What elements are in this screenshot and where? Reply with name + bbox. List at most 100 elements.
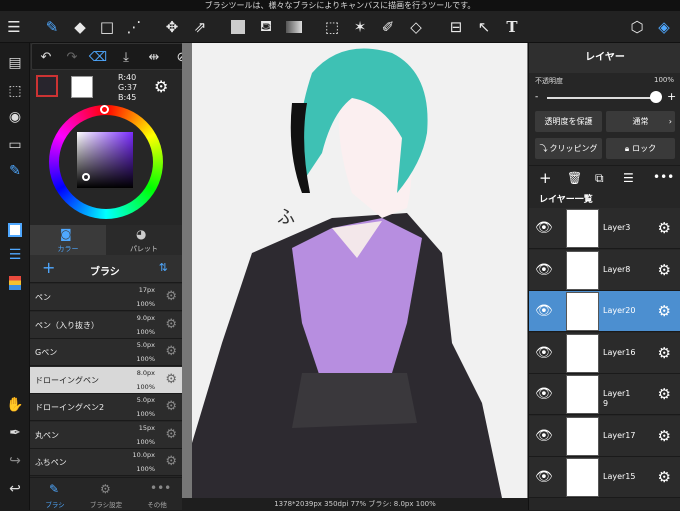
eye-icon[interactable]: 👁︎	[535, 469, 553, 485]
tab-brush-settings[interactable]: ⚙ ブラシ設定	[80, 478, 132, 511]
gear-icon[interactable]: ⚙	[658, 344, 671, 362]
main-color-swatch[interactable]	[36, 75, 58, 97]
gear-icon[interactable]: ⚙	[165, 317, 177, 332]
layer-item[interactable]: 👁︎ Layer1 9 ⚙	[529, 374, 680, 415]
eye-icon[interactable]: 👁︎	[535, 428, 553, 444]
frame-icon[interactable]: ⊟	[444, 15, 468, 39]
brush-opacity: 100%	[136, 300, 155, 308]
undo-icon[interactable]: ↶	[36, 47, 56, 67]
delete-layer-icon[interactable]: 🗑︎	[567, 171, 582, 185]
more-icon[interactable]: •••	[653, 170, 674, 184]
brush-item[interactable]: 丸ペン 15px 100% ⚙	[30, 421, 182, 449]
gradient-icon[interactable]	[282, 15, 306, 39]
gear-icon[interactable]: ⚙	[658, 427, 671, 445]
layer-icon[interactable]: ◈	[652, 15, 676, 39]
gear-icon[interactable]: ⚙	[165, 289, 177, 304]
hand-icon[interactable]: ✋	[3, 393, 27, 417]
selection-icon[interactable]: ⬚	[3, 79, 27, 103]
gear-icon[interactable]: ⚙	[165, 344, 177, 359]
layer-item[interactable]: 👁︎ Layer3 ⚙	[529, 208, 680, 249]
brush-item[interactable]: ドローイングペン 8.0px 100% ⚙	[30, 366, 182, 394]
brush-item[interactable]: ドローイングペン2 5.0px 100% ⚙	[30, 394, 182, 421]
brush-tool-icon[interactable]: ✎	[40, 15, 64, 39]
undo-icon[interactable]: ↩	[3, 477, 27, 501]
gear-icon[interactable]: ⚙	[165, 372, 177, 387]
brush-item[interactable]: Gペン 5.0px 100% ⚙	[30, 339, 182, 366]
select-eraser-icon[interactable]: ◇	[404, 15, 428, 39]
gear-icon[interactable]: ⚙	[658, 219, 671, 237]
gear-icon[interactable]: ⚙	[658, 468, 671, 486]
artwork[interactable]: ふ	[192, 43, 527, 498]
minus-icon[interactable]: -	[535, 92, 538, 102]
sub-color-swatch[interactable]	[71, 76, 93, 98]
hue-cursor[interactable]	[100, 105, 109, 114]
blend-mode-button[interactable]: 通常 ›	[606, 111, 675, 132]
tab-color[interactable]: ◙ カラー	[30, 225, 106, 255]
brush-item[interactable]: ペン（入り抜き） 9.0px 100% ⚙	[30, 311, 182, 339]
clear-icon[interactable]: ⌫	[88, 47, 108, 67]
eye-icon[interactable]: 👁︎	[535, 303, 553, 319]
tab-other[interactable]: ••• その他	[132, 478, 182, 511]
sort-icon[interactable]: ⇅	[159, 261, 168, 274]
operation-icon[interactable]: ↖	[472, 15, 496, 39]
layer-item[interactable]: 👁︎ Layer16 ⚙	[529, 332, 680, 374]
layer-item[interactable]: 👁︎ Layer17 ⚙	[529, 415, 680, 457]
layer-list-icon[interactable]: ☰	[623, 171, 634, 185]
ruler-icon[interactable]: ▭	[3, 133, 27, 157]
layer-item[interactable]: 👁︎ Layer15 ⚙	[529, 457, 680, 498]
transform-box-icon[interactable]: ⇗	[188, 15, 212, 39]
save-icon[interactable]: ⤓	[116, 47, 136, 67]
redo-icon[interactable]: ↪	[3, 449, 27, 473]
color-wheel[interactable]	[49, 105, 163, 219]
list-icon[interactable]: ☰	[3, 243, 27, 267]
move-icon[interactable]: ✥	[160, 15, 184, 39]
gear-icon[interactable]: ⚙	[165, 427, 177, 442]
color-swatch-icon[interactable]	[3, 218, 27, 242]
fill-color-icon[interactable]	[226, 15, 250, 39]
opacity-slider[interactable]	[547, 97, 657, 99]
opacity-value: 100%	[653, 76, 674, 84]
gear-icon[interactable]: ⚙	[165, 454, 177, 469]
transform-icon[interactable]: ⋰	[122, 15, 146, 39]
duplicate-layer-icon[interactable]: ⧉	[595, 171, 604, 186]
brush-item[interactable]: ペン 17px 100% ⚙	[30, 284, 182, 311]
gear-icon[interactable]: ⚙	[658, 261, 671, 279]
rotate-icon[interactable]: ◉	[3, 105, 27, 129]
pen-icon[interactable]: ✎	[3, 159, 27, 183]
eye-icon[interactable]: 👁︎	[535, 345, 553, 361]
add-brush-icon[interactable]: +	[42, 258, 55, 277]
protect-alpha-button[interactable]: 透明度を保護	[535, 111, 602, 132]
eye-icon[interactable]: 👁︎	[535, 262, 553, 278]
rectangle-icon[interactable]: □	[95, 15, 119, 39]
color-settings-icon[interactable]: ⚙	[154, 77, 168, 96]
text-icon[interactable]: T	[500, 15, 524, 39]
opacity-slider-handle[interactable]	[650, 91, 662, 103]
brush-item[interactable]: ふちペン 10.0px 100% ⚙	[30, 449, 182, 476]
eraser-icon[interactable]: ◆	[68, 15, 92, 39]
color-picker-cursor[interactable]	[82, 173, 90, 181]
tab-palette[interactable]: ◕ パレット	[106, 225, 182, 255]
gear-icon[interactable]: ⚙	[658, 302, 671, 320]
lock-button[interactable]: 🔒︎ ロック	[606, 138, 675, 159]
redo-icon[interactable]: ↷	[62, 47, 82, 67]
flip-icon[interactable]: ⇹	[144, 47, 164, 67]
add-layer-icon[interactable]: +	[539, 169, 552, 187]
pages-icon[interactable]: ▤	[3, 51, 27, 75]
layer-item[interactable]: 👁︎ Layer20 ⚙	[529, 291, 680, 332]
gear-icon[interactable]: ⚙	[165, 399, 177, 414]
gear-icon[interactable]: ⚙	[658, 385, 671, 403]
clipping-button[interactable]: ⤵ クリッピング	[535, 138, 602, 159]
tab-brush[interactable]: ✎ ブラシ	[30, 478, 80, 511]
select-rect-icon[interactable]: ⬚	[320, 15, 344, 39]
select-pen-icon[interactable]: ✐	[376, 15, 400, 39]
material-icon[interactable]: ⬡	[625, 15, 649, 39]
layer-stack-icon[interactable]	[3, 271, 27, 295]
eye-icon[interactable]: 👁︎	[535, 386, 553, 402]
bucket-icon[interactable]: ⛾	[254, 15, 278, 39]
menu-icon[interactable]: ☰	[2, 15, 26, 39]
magic-wand-icon[interactable]: ✶	[348, 15, 372, 39]
eye-icon[interactable]: 👁︎	[535, 220, 553, 236]
layer-item[interactable]: 👁︎ Layer8 ⚙	[529, 249, 680, 291]
eyedropper-icon[interactable]: ✒	[3, 421, 27, 445]
plus-icon[interactable]: +	[667, 90, 676, 103]
